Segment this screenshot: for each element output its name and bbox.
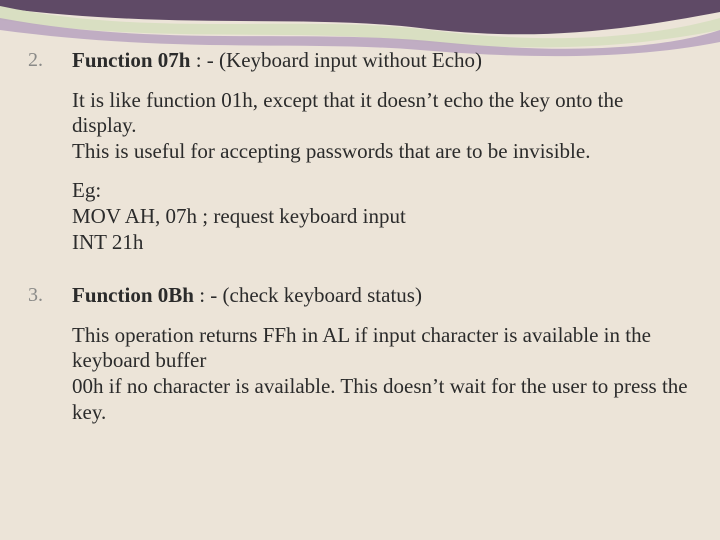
function-name: Function 07h: [72, 48, 190, 72]
example-label: Eg:: [72, 178, 692, 204]
item-number: 2.: [28, 48, 72, 72]
paragraph: It is like function 01h, except that it …: [72, 88, 692, 165]
function-heading: Function 0Bh : - (check keyboard status): [72, 283, 692, 309]
para-line: This operation returns FFh in AL if inpu…: [72, 323, 692, 374]
paragraph: This operation returns FFh in AL if inpu…: [72, 323, 692, 425]
item-number: 3.: [28, 283, 72, 307]
function-name: Function 0Bh: [72, 283, 194, 307]
example-line: MOV AH, 07h ; request keyboard input: [72, 204, 692, 230]
function-heading: Function 07h : - (Keyboard input without…: [72, 48, 692, 74]
function-desc: : - (check keyboard status): [194, 283, 422, 307]
slide-content: 2. Function 07h : - (Keyboard input with…: [28, 48, 692, 520]
list-item: 3. Function 0Bh : - (check keyboard stat…: [28, 283, 692, 439]
item-body: Function 07h : - (Keyboard input without…: [72, 48, 692, 269]
para-line: It is like function 01h, except that it …: [72, 88, 692, 139]
function-desc: : - (Keyboard input without Echo): [190, 48, 482, 72]
para-line: This is useful for accepting passwords t…: [72, 139, 692, 165]
item-body: Function 0Bh : - (check keyboard status)…: [72, 283, 692, 439]
example-line: INT 21h: [72, 230, 692, 256]
para-line: 00h if no character is available. This d…: [72, 374, 692, 425]
list-item: 2. Function 07h : - (Keyboard input with…: [28, 48, 692, 269]
example-block: Eg: MOV AH, 07h ; request keyboard input…: [72, 178, 692, 255]
